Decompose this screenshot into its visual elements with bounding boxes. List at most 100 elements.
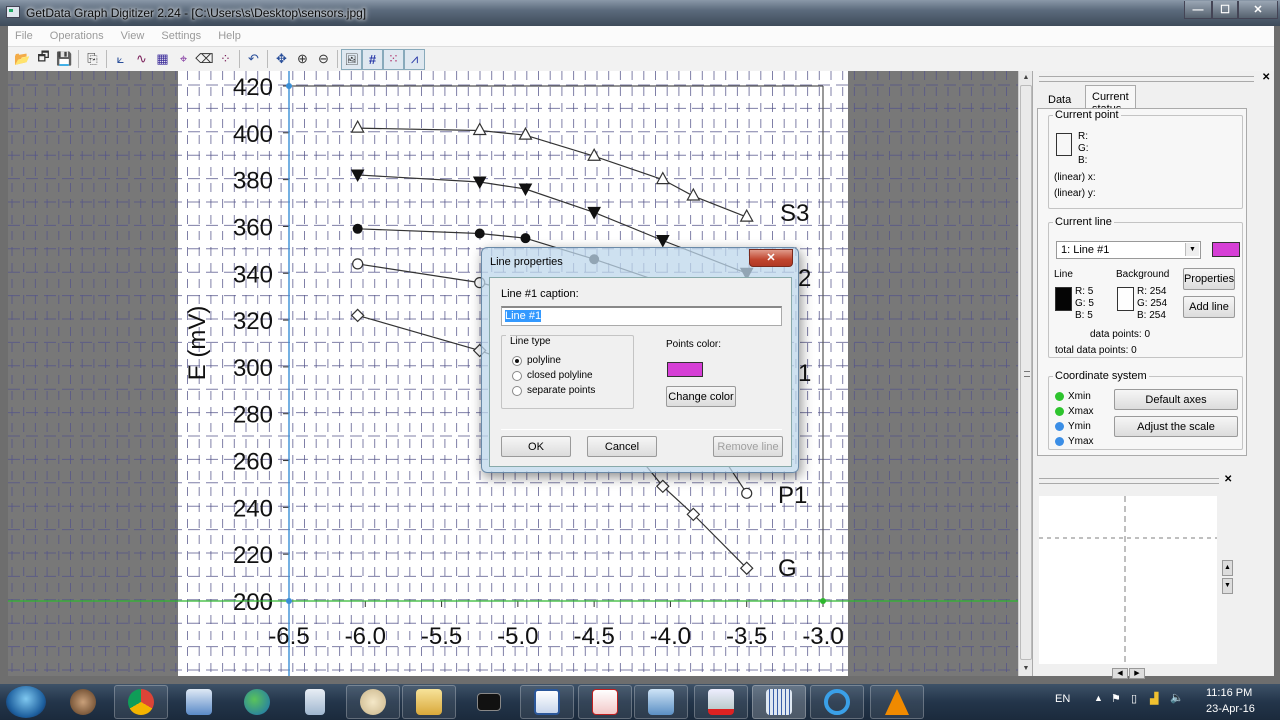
folder-icon [416, 689, 442, 715]
action-center-flag-icon[interactable]: ⚑ [1111, 692, 1121, 705]
line-color-b: B: 5 [1075, 310, 1093, 321]
clock-date[interactable]: 23-Apr-16 [1206, 703, 1255, 715]
show-points-icon[interactable]: ⁙ [383, 48, 404, 70]
digitize-area-icon[interactable]: ▦ [152, 49, 173, 70]
taskbar-paint[interactable] [346, 685, 400, 719]
scroll-up-icon[interactable]: ▲ [1019, 71, 1033, 85]
reorder-points-icon[interactable]: ⁘ [215, 49, 236, 70]
dialog-title: Line properties [490, 256, 563, 268]
menu-settings[interactable]: Settings [154, 26, 208, 42]
zoom-in-icon[interactable]: ⊕ [292, 49, 313, 70]
closed-polyline-radio[interactable] [512, 371, 522, 381]
open-recent-icon[interactable]: 🗗 [33, 49, 54, 70]
current-point-title: Current point [1055, 109, 1119, 121]
change-color-button[interactable]: Change color [666, 386, 736, 407]
show-lines-icon[interactable]: ⩘ [404, 48, 425, 70]
point-capture-icon[interactable]: ⌖ [173, 49, 194, 70]
menu-operations[interactable]: Operations [43, 26, 111, 42]
preview-grip[interactable] [1039, 478, 1219, 484]
preview-scroll-left-icon[interactable]: ◀ [1112, 668, 1128, 679]
caption-input[interactable]: Line #1 [501, 306, 782, 326]
separate-points-radio[interactable] [512, 386, 522, 396]
panel-grip[interactable] [1039, 76, 1254, 82]
start-button[interactable] [6, 686, 46, 718]
preview-scroll-right-icon[interactable]: ▶ [1129, 668, 1145, 679]
show-grid-icon[interactable]: # [362, 48, 383, 70]
taskbar-calculator[interactable] [288, 685, 342, 719]
workspace-vertical-scrollbar[interactable]: ▲ ▼ [1018, 71, 1032, 676]
line-color-swatch [1055, 287, 1072, 311]
pan-icon[interactable]: ✥ [271, 49, 292, 70]
properties-button[interactable]: Properties [1183, 268, 1235, 290]
y-tick-label: 260 [233, 449, 273, 476]
preview-scroll-up-icon[interactable]: ▲ [1222, 560, 1233, 576]
minimize-button[interactable]: — [1184, 1, 1212, 19]
taskbar-acrobat[interactable] [578, 685, 632, 719]
show-hidden-icons[interactable]: ▲ [1094, 693, 1103, 703]
tab-current-status[interactable]: Current status [1085, 85, 1136, 115]
calculator-icon [305, 689, 325, 715]
preview-scroll-down-icon[interactable]: ▼ [1222, 578, 1233, 594]
taskbar-keyboard[interactable] [172, 685, 226, 719]
x-tick-label: -4.0 [650, 623, 691, 650]
taskbar-idm[interactable] [230, 685, 284, 719]
power-icon[interactable]: ▯ [1131, 692, 1137, 705]
taskbar-word[interactable] [520, 685, 574, 719]
volume-icon[interactable]: 🔈 [1170, 691, 1184, 704]
ymin-marker [286, 598, 292, 604]
taskbar-explorer[interactable] [402, 685, 456, 719]
series-label: P1 [778, 482, 807, 509]
save-icon[interactable]: 💾 [54, 49, 75, 70]
eraser-icon[interactable]: ⌫ [194, 49, 215, 70]
scroll-down-icon[interactable]: ▼ [1019, 662, 1033, 676]
series-label: 2 [798, 265, 811, 292]
add-line-button[interactable]: Add line [1183, 296, 1235, 318]
taskbar-vlc[interactable] [870, 685, 924, 719]
copy-icon[interactable]: ⎘ [82, 49, 103, 70]
menu-view[interactable]: View [114, 26, 152, 42]
menu-file[interactable]: File [8, 26, 40, 42]
clock-time[interactable]: 11:16 PM [1206, 687, 1252, 699]
open-icon[interactable]: 📂 [12, 49, 33, 70]
x-tick-label: -3.0 [802, 623, 843, 650]
set-axes-icon[interactable]: ⟀ [110, 49, 131, 70]
menu-help[interactable]: Help [211, 26, 248, 42]
line-select-dropdown[interactable]: 1: Line #1 ▼ [1056, 241, 1201, 259]
polyline-radio[interactable] [512, 356, 522, 366]
scroll-thumb[interactable] [1020, 85, 1032, 660]
taskbar-recorder[interactable] [694, 685, 748, 719]
idm-icon [244, 689, 270, 715]
undo-icon[interactable]: ↶ [243, 49, 264, 70]
y-tick-label: 380 [233, 168, 273, 195]
taskbar-getdata[interactable] [752, 685, 806, 719]
taskbar-mouse-app[interactable] [56, 685, 110, 719]
adjust-scale-button[interactable]: Adjust the scale [1114, 416, 1238, 437]
taskbar-ie[interactable] [810, 685, 864, 719]
show-image-icon[interactable]: 🖼 [341, 48, 362, 70]
dialog-close-button[interactable]: ✕ [749, 249, 793, 267]
current-point-x: (linear) x: [1054, 172, 1096, 183]
network-icon[interactable]: ▟ [1150, 692, 1158, 705]
ymin-label: Ymin [1068, 421, 1091, 432]
chevron-down-icon[interactable]: ▼ [1185, 243, 1199, 256]
zoom-out-icon[interactable]: ⊖ [313, 49, 334, 70]
panel-close-icon[interactable]: ✕ [1262, 72, 1270, 83]
language-indicator[interactable]: EN [1055, 693, 1070, 705]
default-axes-button[interactable]: Default axes [1114, 389, 1238, 410]
xmin-label: Xmin [1068, 391, 1091, 402]
taskbar-chrome[interactable] [114, 685, 168, 719]
taskbar-control-panel[interactable] [634, 685, 688, 719]
ok-button[interactable]: OK [501, 436, 571, 457]
tab-data[interactable]: Data [1041, 88, 1078, 108]
mouse-app-icon [70, 689, 96, 715]
y-tick-label: 200 [233, 589, 273, 616]
preview-close-icon[interactable]: ✕ [1224, 474, 1232, 485]
cancel-button[interactable]: Cancel [587, 436, 657, 457]
remove-line-button[interactable]: Remove line [713, 436, 783, 457]
maximize-button[interactable]: ☐ [1212, 1, 1238, 19]
close-button[interactable]: ✕ [1238, 1, 1278, 19]
taskbar-cmd[interactable] [462, 685, 516, 719]
y-tick-label: 280 [233, 402, 273, 429]
background-color-label: Background [1116, 269, 1170, 280]
auto-trace-lines-icon[interactable]: ∿ [131, 49, 152, 70]
